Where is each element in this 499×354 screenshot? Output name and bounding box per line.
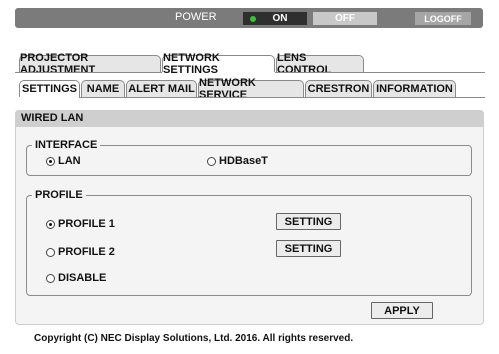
power-on-label: ON xyxy=(272,13,288,24)
power-on-button[interactable]: ON xyxy=(243,12,307,25)
subtab-label: SETTINGS xyxy=(21,83,77,95)
button-label: APPLY xyxy=(384,304,420,317)
power-label: POWER xyxy=(175,11,217,23)
logoff-label: LOGOFF xyxy=(424,13,462,24)
radio-unchecked-icon xyxy=(46,247,55,257)
copyright-text: Copyright (C) NEC Display Solutions, Ltd… xyxy=(34,333,354,344)
profile-2-label: PROFILE 2 xyxy=(58,246,115,258)
interface-lan-label: LAN xyxy=(58,155,81,167)
tab-lens-control[interactable]: LENS CONTROL xyxy=(276,52,364,76)
subtab-network-service[interactable]: NETWORK SERVICE xyxy=(198,77,304,101)
apply-button[interactable]: APPLY xyxy=(371,302,433,319)
radio-checked-icon xyxy=(46,219,55,229)
main-tab-rule xyxy=(15,72,162,73)
power-bar: POWER ON OFF LOGOFF xyxy=(15,8,483,28)
main-tab-rule xyxy=(275,72,485,73)
panel-title: WIRED LAN xyxy=(15,110,484,127)
logoff-button[interactable]: LOGOFF xyxy=(415,12,471,25)
sub-tab-rule xyxy=(79,97,485,98)
subtab-name[interactable]: NAME xyxy=(81,80,125,97)
profile-2-option[interactable]: PROFILE 2 xyxy=(46,246,115,258)
subtab-label: ALERT MAIL xyxy=(128,83,195,95)
profile-1-option[interactable]: PROFILE 1 xyxy=(46,218,115,230)
power-led-icon xyxy=(250,16,256,22)
radio-unchecked-icon xyxy=(46,273,55,283)
power-off-button[interactable]: OFF xyxy=(313,12,377,25)
subtab-alert-mail[interactable]: ALERT MAIL xyxy=(126,80,197,97)
disable-option[interactable]: DISABLE xyxy=(46,272,106,284)
subtab-settings[interactable]: SETTINGS xyxy=(19,80,80,97)
tab-network-settings[interactable]: NETWORK SETTINGS xyxy=(162,52,275,76)
interface-legend: INTERFACE xyxy=(35,139,98,151)
subtab-information[interactable]: INFORMATION xyxy=(373,80,456,97)
profile-1-label: PROFILE 1 xyxy=(58,218,115,230)
tab-label: NETWORK SETTINGS xyxy=(163,52,220,76)
interface-hdbaset-option[interactable]: HDBaseT xyxy=(207,155,268,167)
radio-checked-icon xyxy=(46,156,55,166)
power-off-label: OFF xyxy=(335,13,355,24)
button-label: SETTING xyxy=(284,215,333,228)
profile-1-setting-button[interactable]: SETTING xyxy=(276,213,341,230)
interface-lan-option[interactable]: LAN xyxy=(46,155,81,167)
button-label: SETTING xyxy=(284,242,333,255)
profile-legend: PROFILE xyxy=(35,189,83,201)
subtab-crestron[interactable]: CRESTRON xyxy=(305,80,372,97)
disable-label: DISABLE xyxy=(58,272,107,284)
radio-unchecked-icon xyxy=(207,156,216,166)
subtab-label: NAME xyxy=(86,83,120,95)
interface-hdbaset-label: HDBaseT xyxy=(219,155,268,167)
tab-projector-adjustment[interactable]: PROJECTOR ADJUSTMENT xyxy=(19,52,161,76)
subtab-label: CRESTRON xyxy=(307,83,370,95)
subtab-label: INFORMATION xyxy=(376,83,453,95)
profile-2-setting-button[interactable]: SETTING xyxy=(276,240,341,257)
